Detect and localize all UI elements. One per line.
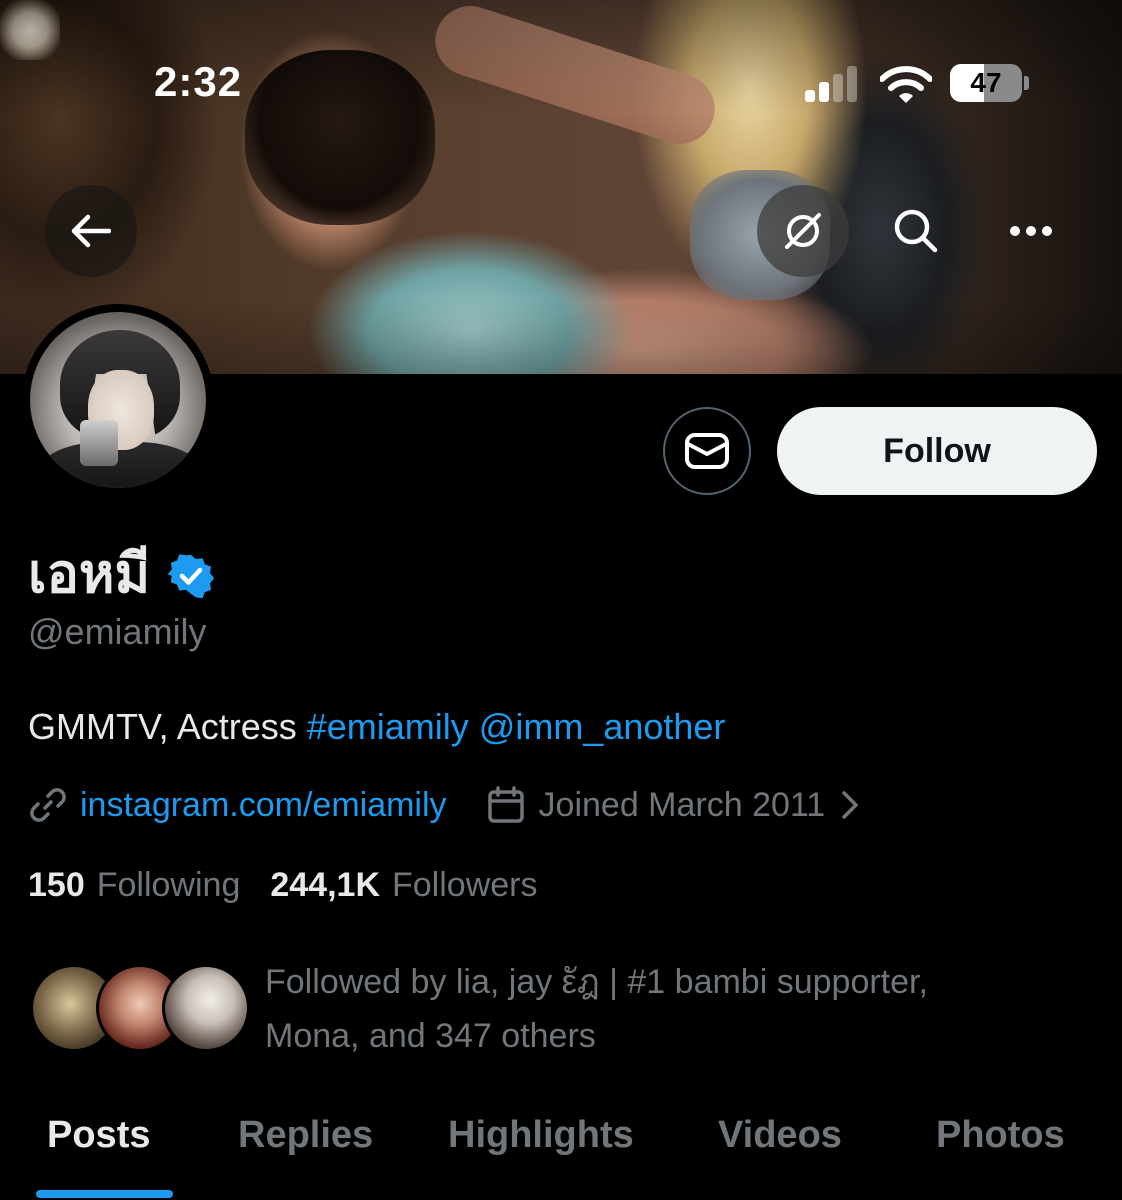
envelope-icon	[685, 433, 729, 469]
message-button[interactable]	[663, 407, 751, 495]
profile-meta: instagram.com/emiamily Joined March 2011	[28, 785, 859, 825]
profile-avatar[interactable]	[22, 304, 214, 496]
active-tab-indicator	[36, 1190, 173, 1198]
followed-by-line: Followed by lia, jay εัฎ | #1 bambi supp…	[265, 963, 928, 1001]
search-icon	[894, 209, 938, 253]
avatar-gun	[80, 420, 118, 466]
tab-videos[interactable]: Videos	[718, 1114, 842, 1157]
followed-by-line: Mona, and 347 others	[265, 1017, 596, 1055]
tab-replies[interactable]: Replies	[238, 1114, 373, 1157]
avatar-image	[30, 312, 206, 488]
more-horizontal-icon	[1010, 226, 1052, 236]
followers-label: Followers	[392, 866, 538, 904]
more-button[interactable]	[985, 185, 1077, 277]
follow-button[interactable]: Follow	[777, 407, 1097, 495]
battery-tip	[1024, 76, 1029, 90]
grok-icon	[785, 213, 821, 249]
grok-button[interactable]	[757, 185, 849, 277]
battery-percent: 47	[970, 67, 1002, 98]
tab-highlights[interactable]: Highlights	[448, 1114, 634, 1157]
back-button[interactable]	[45, 185, 137, 277]
battery-indicator: 47	[950, 64, 1022, 102]
joined-date: Joined March 2011	[538, 785, 826, 824]
following-count: 150	[28, 866, 85, 904]
status-time: 2:32	[154, 58, 243, 105]
search-button[interactable]	[870, 185, 962, 277]
arrow-left-icon	[71, 214, 111, 248]
following-link[interactable]: 150 Following	[28, 866, 240, 905]
cellular-signal-icon	[805, 66, 865, 102]
bio-hashtag-link[interactable]: #emiamily	[307, 706, 469, 747]
tab-posts[interactable]: Posts	[47, 1114, 150, 1157]
mutual-followers-avatars[interactable]	[30, 964, 250, 1054]
calendar-icon	[487, 786, 524, 823]
handle: @emiamily	[28, 611, 207, 652]
website-link[interactable]: instagram.com/emiamily	[80, 786, 447, 825]
link-icon	[30, 788, 66, 822]
followers-count: 244,1K	[270, 866, 380, 904]
display-name-text: เอหมี	[28, 542, 151, 605]
followed-by-text[interactable]: Followed by lia, jay εัฎ | #1 bambi supp…	[265, 955, 1065, 1063]
chevron-right-icon[interactable]	[841, 790, 859, 820]
following-label: Following	[96, 866, 241, 904]
profile-tabs: Posts Replies Highlights Videos Photos	[0, 1100, 1122, 1200]
bio: GMMTV, Actress #emiamily @imm_another	[28, 706, 725, 748]
mutual-avatar	[162, 964, 250, 1052]
display-name: เอหมี	[28, 530, 215, 616]
followers-link[interactable]: 244,1K Followers	[270, 866, 537, 905]
wifi-icon	[879, 66, 933, 109]
verified-badge-icon[interactable]	[168, 553, 215, 599]
tab-photos[interactable]: Photos	[936, 1114, 1065, 1157]
bio-mention-link[interactable]: @imm_another	[479, 706, 726, 747]
bio-text: GMMTV, Actress	[28, 706, 307, 747]
follow-counts: 150 Following 244,1K Followers	[28, 866, 537, 905]
